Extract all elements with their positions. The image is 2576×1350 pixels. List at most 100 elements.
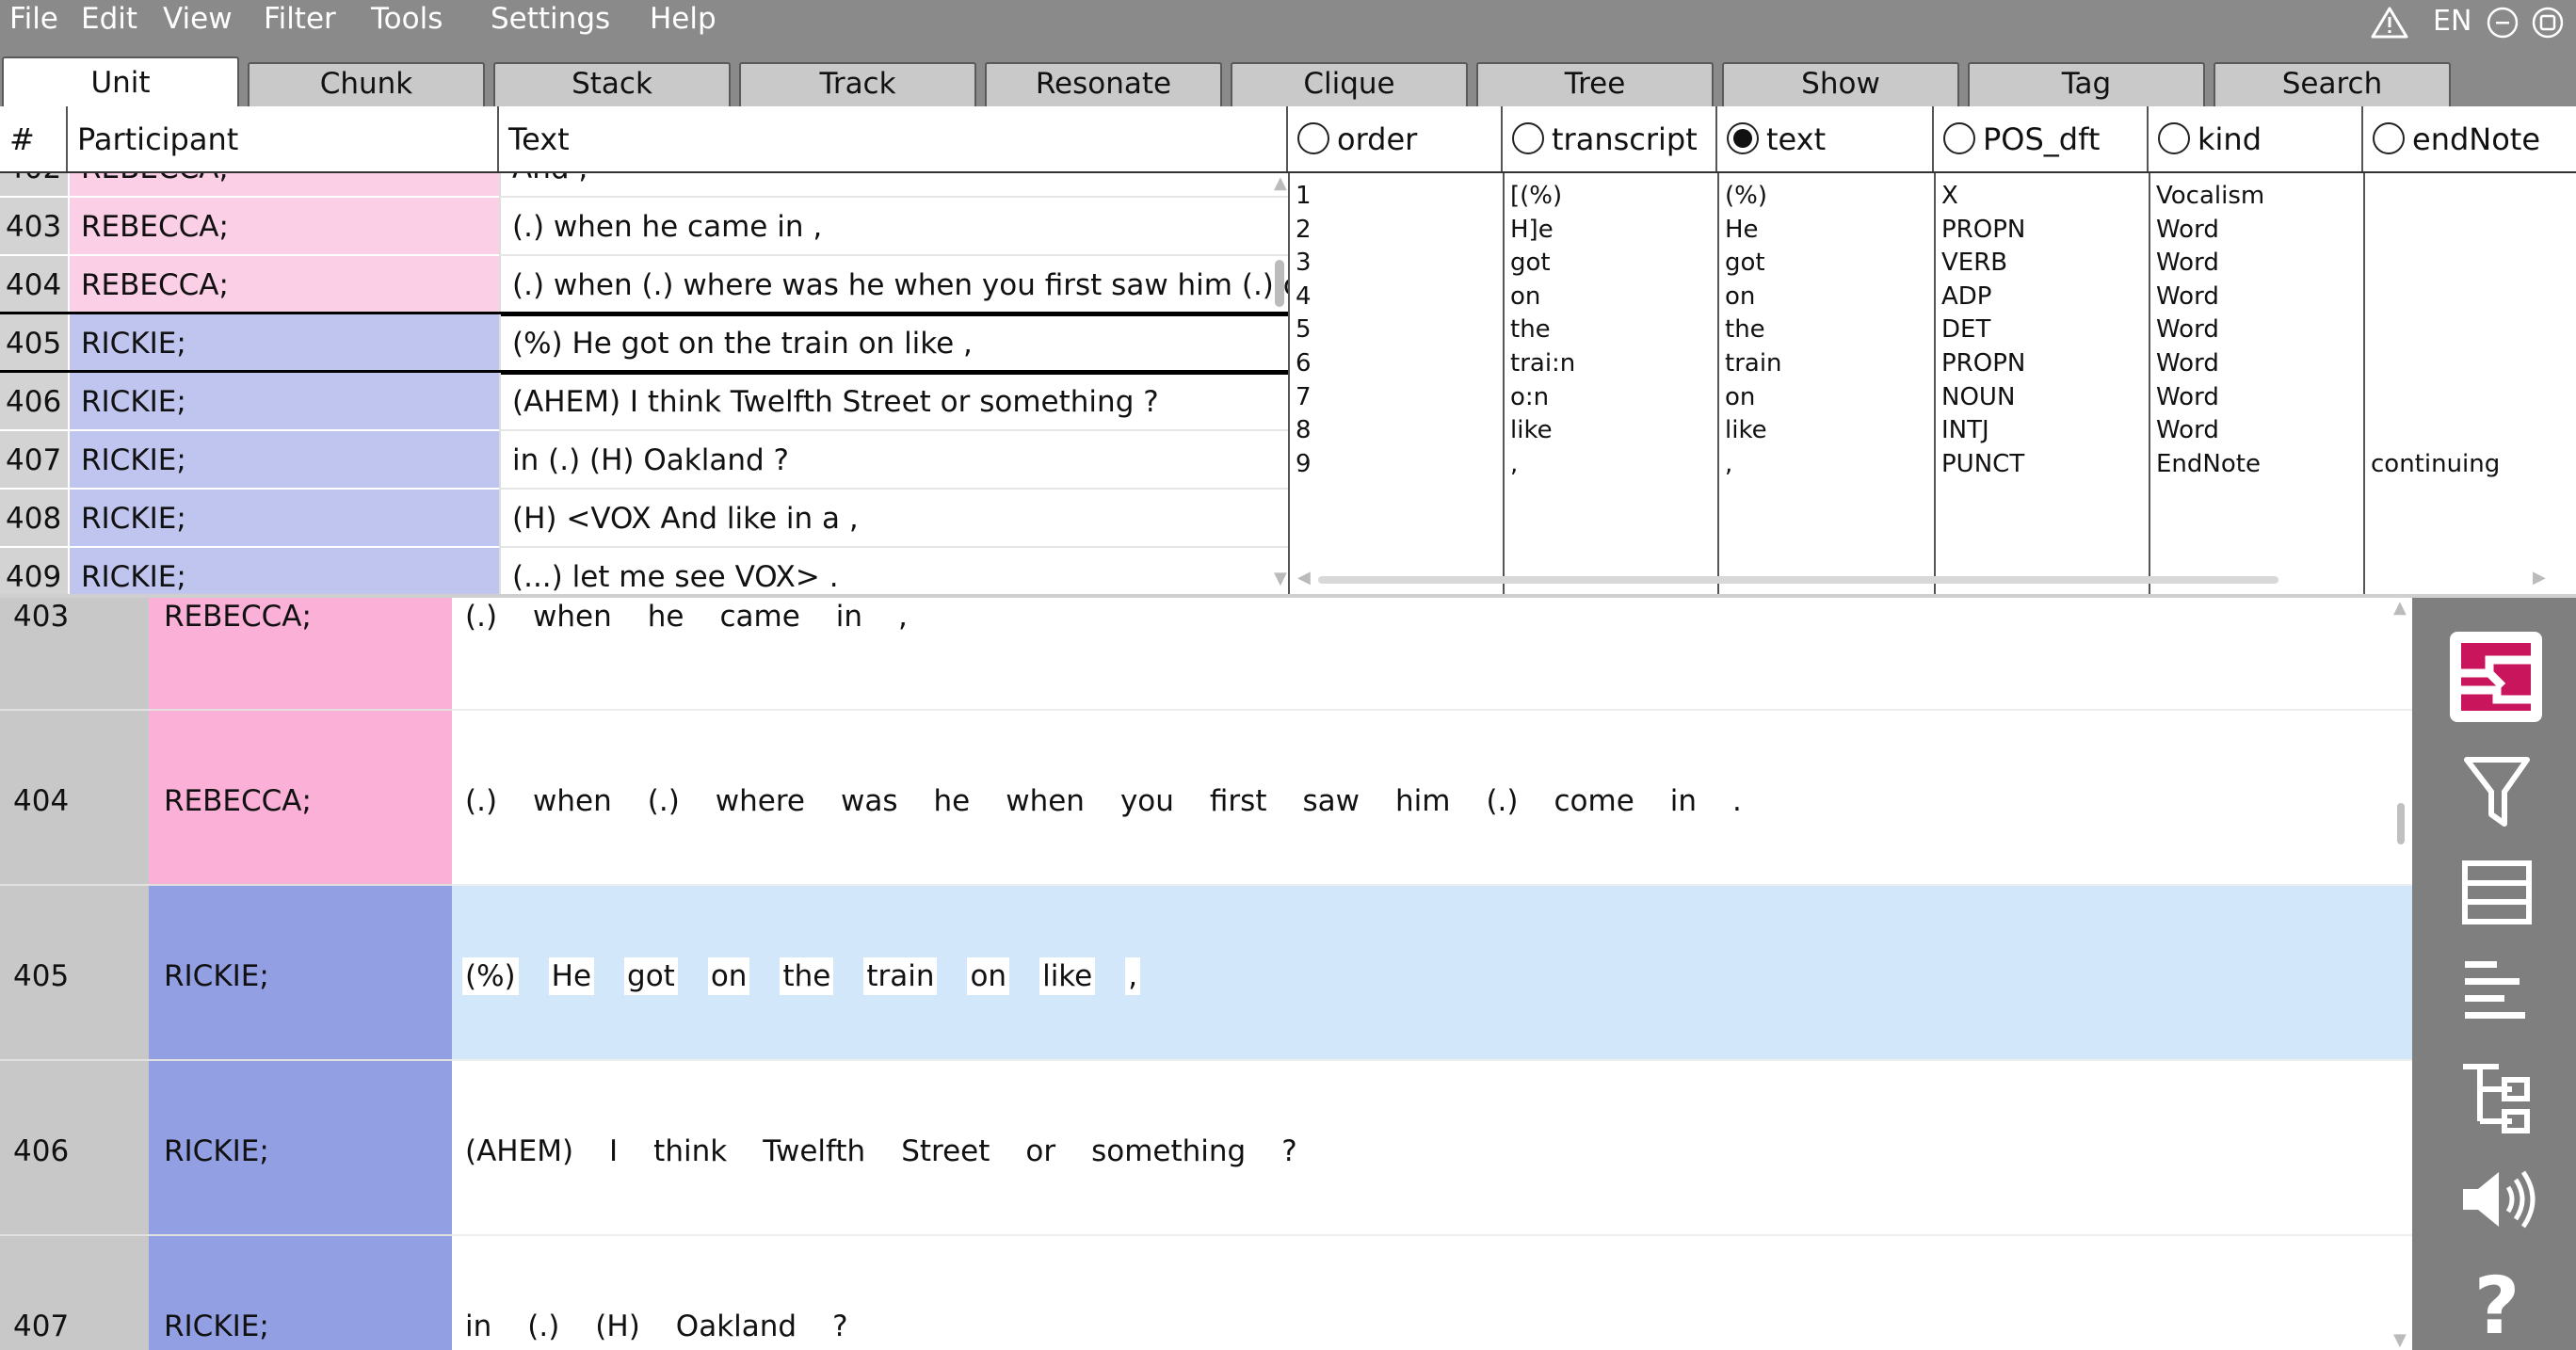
- order-radio[interactable]: [1297, 122, 1329, 154]
- word-cell[interactable]: ,: [1725, 447, 1934, 481]
- word-cell[interactable]: 3: [1296, 246, 1503, 280]
- help-icon[interactable]: ?: [2450, 1259, 2544, 1350]
- header-participant[interactable]: Participant: [68, 106, 499, 171]
- word-cell[interactable]: [2371, 380, 2576, 414]
- text-radio[interactable]: [1727, 122, 1759, 154]
- kind-radio[interactable]: [2158, 122, 2190, 154]
- header-pos[interactable]: POS_dft: [1934, 106, 2149, 171]
- table-row[interactable]: 402 REBECCA; And ,: [0, 173, 1288, 198]
- word-token[interactable]: came: [719, 598, 799, 635]
- unit-participant[interactable]: REBECCA;: [149, 598, 452, 711]
- filter-icon[interactable]: [2450, 748, 2544, 843]
- endnote-radio[interactable]: [2373, 122, 2405, 154]
- scrollbar-thumb[interactable]: [1275, 260, 1284, 307]
- tab-search[interactable]: Search: [2214, 62, 2451, 106]
- word-cell[interactable]: [2371, 213, 2576, 247]
- word-cell[interactable]: 4: [1296, 280, 1503, 313]
- word-cell[interactable]: [(%): [1510, 179, 1717, 213]
- word-cell[interactable]: [2371, 179, 2576, 213]
- minimize-icon[interactable]: [2486, 6, 2520, 39]
- word-token[interactable]: he: [934, 782, 971, 820]
- word-cell[interactable]: train: [1725, 346, 1934, 380]
- scroll-down-icon[interactable]: ▼: [1274, 569, 1287, 588]
- word-token[interactable]: like: [1039, 957, 1096, 995]
- unit-row-selected[interactable]: 405 RICKIE; (%) He got on the train on like,: [0, 886, 2412, 1061]
- menu-filter[interactable]: Filter: [264, 0, 336, 38]
- tab-track[interactable]: Track: [739, 62, 976, 106]
- word-cell[interactable]: [2371, 246, 2576, 280]
- tab-resonate[interactable]: Resonate: [985, 62, 1222, 106]
- word-token[interactable]: you: [1120, 782, 1174, 820]
- word-token[interactable]: (.): [527, 1308, 559, 1345]
- word-token[interactable]: where: [716, 782, 805, 820]
- word-token[interactable]: Street: [901, 1133, 990, 1170]
- unit-participant[interactable]: RICKIE;: [149, 1061, 452, 1236]
- unit-view-scrollbar[interactable]: ▲ ▼: [2391, 598, 2408, 1350]
- tab-tree[interactable]: Tree: [1476, 62, 1714, 106]
- header-order[interactable]: order: [1288, 106, 1503, 171]
- pos-radio[interactable]: [1943, 122, 1975, 154]
- tab-show[interactable]: Show: [1722, 62, 1959, 106]
- unit-table-scrollbar[interactable]: ▲ ▼: [1273, 173, 1287, 594]
- table-row[interactable]: 404 REBECCA; (.) when (.) where was he w…: [0, 256, 1288, 314]
- word-token[interactable]: (.): [1486, 782, 1518, 820]
- word-cell[interactable]: 7: [1296, 380, 1503, 414]
- word-cell[interactable]: continuing: [2371, 447, 2576, 481]
- scroll-down-icon[interactable]: ▼: [2393, 1330, 2407, 1350]
- word-token[interactable]: (AHEM): [465, 1133, 573, 1170]
- word-cell[interactable]: on: [1725, 380, 1934, 414]
- tab-clique[interactable]: Clique: [1231, 62, 1468, 106]
- word-token[interactable]: on: [967, 957, 1010, 995]
- word-token[interactable]: in: [1670, 782, 1697, 820]
- word-cell[interactable]: 8: [1296, 413, 1503, 447]
- word-token[interactable]: He: [548, 957, 595, 995]
- word-cell[interactable]: PROPN: [1941, 213, 2149, 247]
- word-cell[interactable]: trai:n: [1510, 346, 1717, 380]
- unit-row[interactable]: 403 REBECCA; (.) when he came in,: [0, 598, 2412, 711]
- word-token[interactable]: Oakland: [676, 1308, 797, 1345]
- word-panel-hscrollbar[interactable]: [1318, 576, 2278, 584]
- header-transcript[interactable]: transcript: [1503, 106, 1717, 171]
- word-cell[interactable]: like: [1510, 413, 1717, 447]
- tab-chunk[interactable]: Chunk: [248, 62, 485, 106]
- word-cell[interactable]: the: [1725, 313, 1934, 346]
- word-token[interactable]: him: [1395, 782, 1450, 820]
- word-cell[interactable]: H]e: [1510, 213, 1717, 247]
- grid-view-icon[interactable]: [2450, 850, 2544, 944]
- word-token[interactable]: when: [533, 782, 612, 820]
- word-token[interactable]: .: [1732, 782, 1742, 820]
- word-token[interactable]: Twelfth: [763, 1133, 865, 1170]
- word-token[interactable]: got: [624, 957, 678, 995]
- table-row[interactable]: 406 RICKIE; (AHEM) I think Twelfth Stree…: [0, 373, 1288, 431]
- word-cell[interactable]: DET: [1941, 313, 2149, 346]
- word-token[interactable]: he: [648, 598, 684, 635]
- speaker-icon[interactable]: [2450, 1157, 2544, 1251]
- warning-icon[interactable]: [2371, 6, 2408, 39]
- word-cell[interactable]: 5: [1296, 313, 1503, 346]
- word-cell[interactable]: [2371, 413, 2576, 447]
- word-token[interactable]: train: [863, 957, 938, 995]
- word-token[interactable]: ?: [1281, 1133, 1296, 1170]
- menu-file[interactable]: File: [9, 0, 58, 38]
- word-cell[interactable]: 9: [1296, 447, 1503, 481]
- scroll-right-icon[interactable]: ▶: [2533, 568, 2546, 587]
- unit-row[interactable]: 404 REBECCA; (.) when (.) where was he when you fi…: [0, 711, 2412, 886]
- word-token[interactable]: saw: [1302, 782, 1360, 820]
- tab-stack[interactable]: Stack: [493, 62, 731, 106]
- word-token[interactable]: (H): [595, 1308, 640, 1345]
- word-token[interactable]: was: [841, 782, 898, 820]
- word-cell[interactable]: ADP: [1941, 280, 2149, 313]
- word-cell[interactable]: He: [1725, 213, 1934, 247]
- scrollbar-thumb[interactable]: [2397, 803, 2405, 844]
- word-cell[interactable]: on: [1725, 280, 1934, 313]
- word-cell[interactable]: got: [1725, 246, 1934, 280]
- word-token[interactable]: when: [1006, 782, 1085, 820]
- header-text-field[interactable]: text: [1717, 106, 1934, 171]
- word-cell[interactable]: [2371, 346, 2576, 380]
- word-token[interactable]: (.): [465, 598, 497, 635]
- word-token[interactable]: in: [836, 598, 862, 635]
- word-cell[interactable]: Vocalism: [2156, 179, 2363, 213]
- word-cell[interactable]: PROPN: [1941, 346, 2149, 380]
- word-cell[interactable]: INTJ: [1941, 413, 2149, 447]
- table-row[interactable]: 408 RICKIE; (H) <VOX And like in a ,: [0, 490, 1288, 548]
